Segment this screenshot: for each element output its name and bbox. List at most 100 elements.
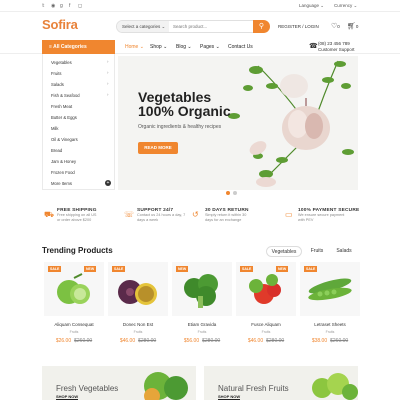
truck-icon: ⛟: [44, 210, 55, 219]
shop-now-link[interactable]: SHOP NOW: [218, 394, 241, 400]
read-more-button[interactable]: READ MORE: [138, 142, 178, 154]
vegetables-image: [228, 60, 354, 187]
tab-vegetables[interactable]: Vegetables: [266, 246, 302, 257]
trending-title: Trending Products: [42, 246, 113, 255]
currency-select[interactable]: Currency ⌄: [334, 3, 357, 9]
product-brand: Fruits: [133, 330, 143, 334]
nav-shop[interactable]: Shop ⌄: [150, 44, 167, 50]
nav-blog[interactable]: Blog ⌄: [176, 44, 192, 50]
product-name[interactable]: Fusce Aliquam: [236, 322, 296, 327]
banner-fruits[interactable]: Natural Fresh Fruits SHOP NOW: [204, 366, 358, 400]
product-name[interactable]: Aliquam Consequat: [44, 322, 104, 327]
slider-dot[interactable]: [233, 191, 237, 195]
tab-salads[interactable]: Salads: [332, 246, 356, 257]
new-badge: NEW: [84, 266, 97, 272]
slider-dot-active[interactable]: [226, 191, 230, 195]
sidebar-item-fruits[interactable]: Fruits: [51, 71, 61, 76]
hero-subtitle: Organic ingredients & healthy recipes: [138, 124, 222, 130]
shop-now-link[interactable]: SHOP NOW: [56, 394, 79, 400]
sidebar-item-butter-eggs[interactable]: Butter & Eggs: [51, 115, 77, 120]
new-badge: NEW: [176, 266, 189, 272]
product-card[interactable]: SALE NEW Aliquam Consequat Fruits $26.00…: [44, 262, 104, 352]
product-price: $56.00 $280.00: [183, 338, 221, 344]
sidebar-item-fresh-meat[interactable]: Fresh Meat: [51, 104, 72, 109]
search-category-select[interactable]: Select a categories ⌄: [117, 21, 169, 32]
sale-badge: SALE: [112, 266, 126, 272]
product-card[interactable]: NEW Etiam Gravida Fruits $56.00 $280.00: [172, 262, 232, 352]
product-name[interactable]: Etiam Gravida: [172, 322, 232, 327]
feature-free-shipping: FREE SHIPPING Free shipping on all US or o…: [57, 208, 97, 222]
sale-badge: SALE: [304, 266, 318, 272]
register-login-link[interactable]: REGISTER / LOGIN: [278, 24, 319, 29]
wishlist-button[interactable]: ♡0: [331, 22, 340, 30]
search-input[interactable]: [173, 22, 248, 31]
facebook-icon[interactable]: f: [69, 3, 70, 9]
hero-title: Vegetables 100% Organic: [138, 89, 231, 119]
nav-pages[interactable]: Pages ⌄: [200, 44, 220, 50]
nav-contact[interactable]: Contact Us: [228, 44, 253, 50]
product-price: $46.00 $280.00: [119, 338, 157, 344]
sidebar-item-vegetables[interactable]: Vegetables: [51, 60, 72, 65]
product-brand: Fruits: [69, 330, 79, 334]
product-price: $46.00 $280.00: [247, 338, 285, 344]
sidebar-item-jam-honey[interactable]: Jam & Honey: [51, 159, 76, 164]
product-name[interactable]: Donec Non Est: [108, 322, 168, 327]
sidebar-item-more-items[interactable]: More Items: [51, 181, 72, 186]
credit-card-icon: ▭: [285, 210, 293, 219]
cart-icon: 🛒︎: [347, 23, 356, 30]
chevron-right-icon: ›: [107, 70, 109, 75]
search-bar: Select a categories ⌄ ⚲: [116, 20, 270, 33]
banner-title: Fresh Vegetables: [56, 384, 119, 393]
phone-number: (08) 23 456 789: [318, 41, 350, 46]
vegetables-banner-image: [144, 372, 188, 400]
search-icon: ⚲: [258, 23, 265, 30]
new-badge: NEW: [276, 266, 289, 272]
twitter-icon[interactable]: 𝕥: [42, 3, 44, 9]
sidebar-item-bread[interactable]: Bread: [51, 148, 62, 153]
phone-support: (08) 23 456 789 Customer Support: [318, 41, 355, 52]
search-button[interactable]: ⚲: [253, 20, 270, 33]
product-card[interactable]: SALE Donec Non Est Fruits $46.00 $280.00: [108, 262, 168, 352]
support-label: Customer Support: [318, 46, 355, 52]
sidebar-item-salads[interactable]: Salads: [51, 82, 64, 87]
product-price: $26.00 $260.00: [55, 338, 93, 344]
plus-circle-icon[interactable]: +: [105, 180, 111, 186]
sale-badge: SALE: [48, 266, 62, 272]
product-price: $38.00 $260.00: [311, 338, 349, 344]
slider-dots: [226, 182, 237, 200]
product-name[interactable]: Letraset Sheets: [300, 322, 360, 327]
feature-payment: 100% PAYMENT SECURE We ensure secure paym…: [298, 208, 360, 222]
nav-home[interactable]: Home ⌄: [125, 44, 144, 50]
feature-return: 30 DAYS RETURN Simply return it within 30…: [205, 208, 249, 222]
sidebar-item-frozen-food[interactable]: Frozen Food: [51, 170, 75, 175]
google-plus-icon[interactable]: g: [60, 3, 63, 9]
tab-fruits[interactable]: Fruits: [306, 246, 328, 257]
product-brand: Fruits: [197, 330, 207, 334]
all-categories-button[interactable]: ≡ All Categories: [42, 40, 115, 54]
support-icon: ☏: [124, 210, 135, 219]
instagram-icon[interactable]: ◻: [78, 3, 82, 9]
banner-vegetables[interactable]: Fresh Vegetables SHOP NOW: [42, 366, 196, 400]
hero-slider: Vegetables 100% Organic Organic ingredien…: [118, 56, 358, 190]
sale-badge: SALE: [240, 266, 254, 272]
top-bar: 𝕥 ◉ g f ◻ Language ⌄ Currency ⌄: [0, 0, 400, 12]
category-sidebar: Vegetables › Fruits › Salads › Fish & Seafo…: [42, 54, 115, 190]
sidebar-item-milk[interactable]: Milk: [51, 126, 58, 131]
chevron-right-icon: ›: [107, 92, 109, 97]
headset-icon: ☎: [309, 43, 318, 50]
sidebar-item-oil-vinegars[interactable]: Oil & Vinegars: [51, 137, 78, 142]
language-select[interactable]: Language ⌄: [299, 3, 324, 9]
product-brand: Fruits: [261, 330, 271, 334]
cart-button[interactable]: 🛒︎0: [347, 22, 358, 30]
return-icon: ↺: [192, 210, 199, 219]
product-card[interactable]: SALE Letraset Sheets Fruits $38.00 $260.0…: [300, 262, 360, 352]
sidebar-item-fish-seafood[interactable]: Fish & Seafood: [51, 93, 80, 98]
chevron-right-icon: ›: [107, 81, 109, 86]
logo[interactable]: Sofira: [42, 17, 78, 32]
rss-icon[interactable]: ◉: [51, 3, 55, 9]
feature-support: SUPPORT 24/7 Contact us 24 hours a day, 7…: [137, 208, 186, 222]
product-card[interactable]: SALE NEW Fusce Aliquam Fruits $46.00 $280…: [236, 262, 296, 352]
banner-title: Natural Fresh Fruits: [218, 384, 289, 393]
cart-count: 0: [355, 24, 359, 29]
product-brand: Fruits: [325, 330, 335, 334]
